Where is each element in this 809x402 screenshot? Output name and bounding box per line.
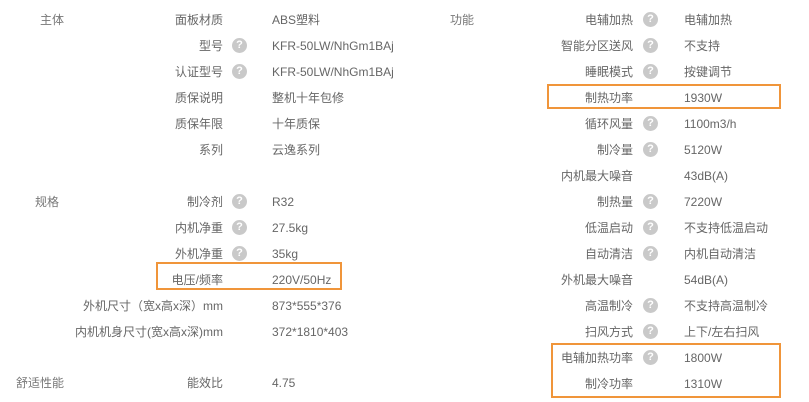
spec-value: 27.5kg xyxy=(272,221,309,235)
spec-value: 43dB(A) xyxy=(684,169,729,183)
spec-value: ABS塑料 xyxy=(272,13,321,27)
help-icon[interactable]: ? xyxy=(643,246,658,261)
spec-label: 质保说明 xyxy=(174,91,223,105)
highlight-box-power-pair xyxy=(551,343,781,398)
spec-value: 7220W xyxy=(684,195,723,209)
help-icon[interactable]: ? xyxy=(643,116,658,131)
spec-label: 型号 xyxy=(198,39,223,53)
spec-label: 外机净重 xyxy=(174,247,223,261)
section-title-spec: 规格 xyxy=(35,195,60,209)
spec-label: 自动清洁 xyxy=(584,247,633,261)
help-icon[interactable]: ? xyxy=(232,64,247,79)
spec-label: 智能分区送风 xyxy=(560,39,633,53)
help-icon[interactable]: ? xyxy=(643,220,658,235)
spec-value: 内机自动清洁 xyxy=(684,247,757,261)
spec-value: 不支持高温制冷 xyxy=(684,299,769,313)
spec-label: 质保年限 xyxy=(174,117,223,131)
spec-value: 35kg xyxy=(272,247,299,261)
spec-label: 内机净重 xyxy=(174,221,223,235)
help-icon[interactable]: ? xyxy=(643,38,658,53)
spec-value: 4.75 xyxy=(272,376,296,390)
section-title-main: 主体 xyxy=(40,13,65,27)
section-title-function: 功能 xyxy=(450,13,475,27)
spec-value: 1100m3/h xyxy=(684,117,737,131)
spec-label: 循环风量 xyxy=(584,117,633,131)
help-icon[interactable]: ? xyxy=(232,246,247,261)
help-icon[interactable]: ? xyxy=(643,64,658,79)
spec-label: 制冷量 xyxy=(596,143,633,157)
spec-value: 按键调节 xyxy=(684,65,733,79)
help-icon[interactable]: ? xyxy=(643,298,658,313)
spec-value: 云逸系列 xyxy=(272,143,321,157)
help-icon[interactable]: ? xyxy=(232,194,247,209)
spec-label: 高温制冷 xyxy=(584,299,633,313)
help-icon[interactable]: ? xyxy=(643,12,658,27)
spec-value: 54dB(A) xyxy=(684,273,729,287)
help-icon[interactable]: ? xyxy=(232,38,247,53)
spec-value: KFR-50LW/NhGm1BAj xyxy=(272,39,394,53)
help-icon[interactable]: ? xyxy=(643,142,658,157)
spec-value: 十年质保 xyxy=(272,117,321,131)
highlight-box-voltage xyxy=(156,262,342,290)
spec-value: 上下/左右扫风 xyxy=(684,325,760,339)
spec-value: 整机十年包修 xyxy=(272,91,345,105)
spec-label: 睡眠模式 xyxy=(584,65,633,79)
help-icon[interactable]: ? xyxy=(643,324,658,339)
section-title-comfort: 舒适性能 xyxy=(16,376,65,390)
spec-label: 系列 xyxy=(198,143,223,157)
spec-value: KFR-50LW/NhGm1BAj xyxy=(272,65,394,79)
help-icon[interactable]: ? xyxy=(232,220,247,235)
spec-value: R32 xyxy=(272,195,295,209)
spec-label: 外机最大噪音 xyxy=(560,273,633,287)
spec-value: 不支持低温启动 xyxy=(684,221,769,235)
spec-label: 内机机身尺寸(宽x高x深)mm xyxy=(75,325,223,339)
spec-label: 面板材质 xyxy=(174,13,223,27)
spec-value: 873*555*376 xyxy=(272,299,342,313)
spec-value: 电辅加热 xyxy=(684,13,733,27)
spec-label: 扫风方式 xyxy=(584,325,633,339)
spec-label: 外机尺寸（宽x高x深）mm xyxy=(83,299,223,313)
spec-label: 制热量 xyxy=(596,195,633,209)
spec-value: 5120W xyxy=(684,143,723,157)
spec-label: 内机最大噪音 xyxy=(560,169,633,183)
spec-label: 认证型号 xyxy=(174,65,223,79)
help-icon[interactable]: ? xyxy=(643,194,658,209)
spec-value: 不支持 xyxy=(684,39,721,53)
spec-label: 制冷剂 xyxy=(186,195,223,209)
spec-label: 低温启动 xyxy=(584,221,633,235)
spec-label: 能效比 xyxy=(186,376,223,390)
spec-value: 372*1810*403 xyxy=(272,325,349,339)
spec-label: 电辅加热 xyxy=(584,13,633,27)
highlight-box-heating-power xyxy=(547,84,781,109)
